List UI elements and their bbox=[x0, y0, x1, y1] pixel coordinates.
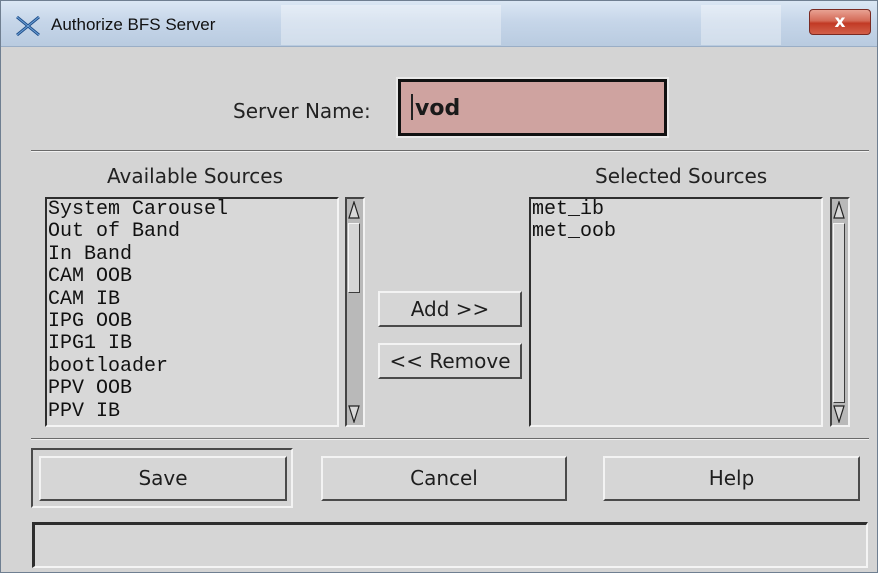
save-button[interactable]: Save bbox=[39, 456, 287, 501]
available-source-item[interactable]: Out of Band bbox=[47, 220, 337, 243]
title-bar[interactable]: Authorize BFS Server x bbox=[1, 1, 877, 47]
close-icon: x bbox=[834, 12, 846, 32]
top-separator bbox=[31, 150, 869, 152]
selected-sources-list[interactable]: met_ib met_oob bbox=[529, 197, 823, 427]
bottom-separator bbox=[31, 438, 869, 440]
window-title: Authorize BFS Server bbox=[51, 15, 216, 34]
x-window-icon bbox=[16, 15, 40, 37]
available-source-item[interactable]: In Band bbox=[47, 243, 337, 266]
available-source-item[interactable]: CAM OOB bbox=[47, 265, 337, 288]
available-source-item[interactable]: PPV OOB bbox=[47, 377, 337, 400]
remove-button-label: << Remove bbox=[389, 349, 511, 373]
selected-source-item[interactable]: met_oob bbox=[531, 220, 821, 243]
status-message-area bbox=[32, 522, 868, 568]
server-name-input[interactable]: vod bbox=[396, 77, 669, 138]
selected-sources-scrollbar[interactable] bbox=[830, 197, 850, 427]
remove-button[interactable]: << Remove bbox=[378, 343, 522, 379]
add-button-label: Add >> bbox=[410, 297, 490, 321]
help-button[interactable]: Help bbox=[603, 456, 860, 501]
available-source-item[interactable]: System Carousel bbox=[47, 199, 337, 221]
available-sources-list[interactable]: System Carousel Out of Band In Band CAM OOB… bbox=[45, 197, 339, 427]
scroll-up-arrow-icon[interactable] bbox=[833, 201, 845, 219]
scroll-up-arrow-icon[interactable] bbox=[348, 201, 360, 219]
available-source-item[interactable]: PPV IB bbox=[47, 400, 337, 423]
available-source-item[interactable]: CAM IB bbox=[47, 288, 337, 311]
cancel-button-label: Cancel bbox=[410, 466, 478, 490]
scroll-down-arrow-icon[interactable] bbox=[348, 405, 360, 423]
server-name-label: Server Name: bbox=[233, 99, 371, 123]
selected-sources-header: Selected Sources bbox=[595, 164, 768, 188]
help-button-label: Help bbox=[708, 466, 755, 490]
authorize-bfs-server-window: Authorize BFS Server x Server Name: vod … bbox=[0, 0, 878, 573]
add-button[interactable]: Add >> bbox=[378, 291, 522, 327]
selected-scroll-thumb[interactable] bbox=[833, 223, 845, 403]
cancel-button[interactable]: Cancel bbox=[321, 456, 567, 501]
selected-source-item[interactable]: met_ib bbox=[531, 199, 821, 221]
available-source-item[interactable]: IPG OOB bbox=[47, 310, 337, 333]
close-button[interactable]: x bbox=[809, 9, 871, 35]
available-source-item[interactable]: IPG1 IB bbox=[47, 332, 337, 355]
scroll-down-arrow-icon[interactable] bbox=[833, 405, 845, 423]
available-sources-header: Available Sources bbox=[107, 164, 283, 188]
save-button-label: Save bbox=[138, 466, 188, 490]
available-source-item[interactable]: bootloader bbox=[47, 355, 337, 378]
server-name-value: vod bbox=[415, 96, 461, 121]
text-cursor bbox=[411, 94, 413, 120]
available-scroll-thumb[interactable] bbox=[348, 223, 360, 293]
available-sources-scrollbar[interactable] bbox=[345, 197, 365, 427]
